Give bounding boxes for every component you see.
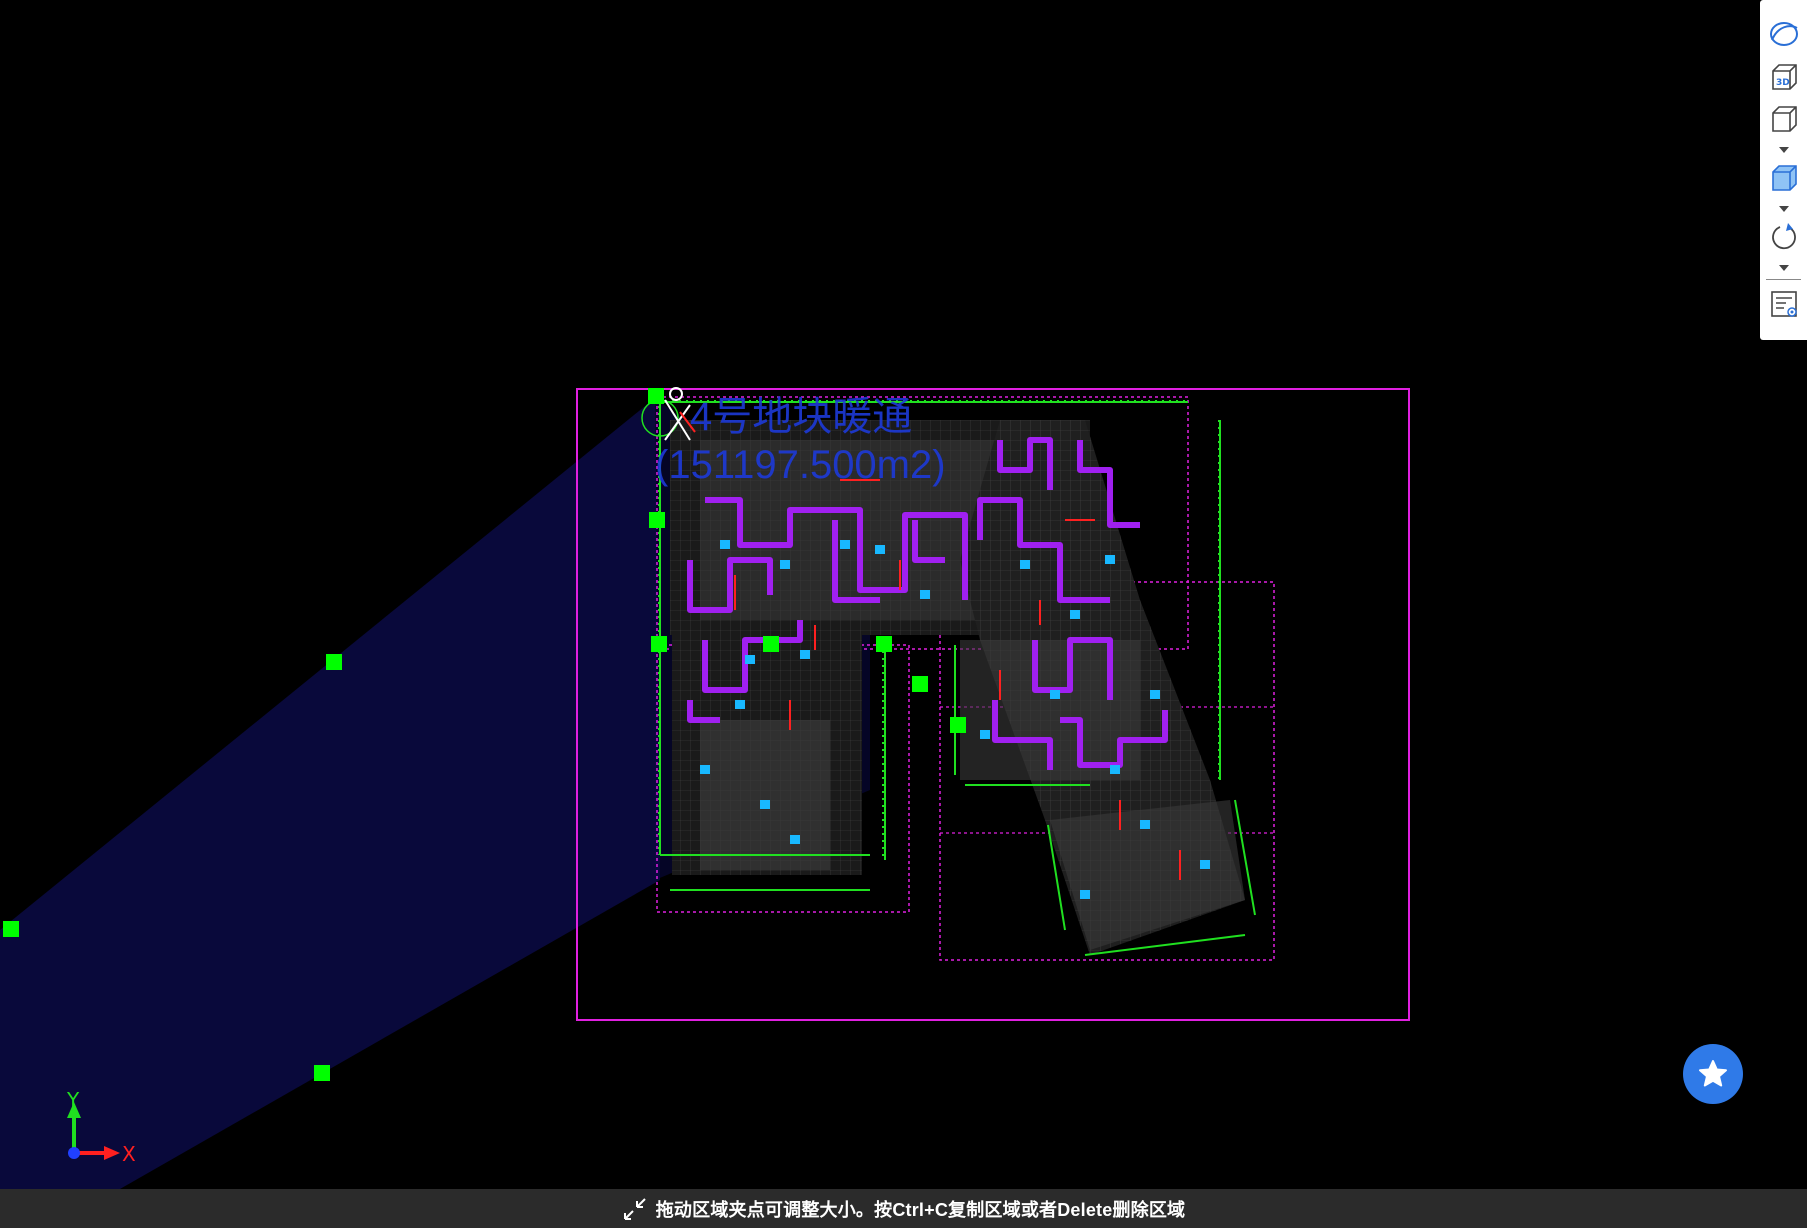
favorite-fab-button[interactable] xyxy=(1683,1044,1743,1104)
toolbar-separator xyxy=(1766,279,1801,280)
chevron-down-icon[interactable] xyxy=(1774,144,1794,156)
status-hint-text: 拖动区域夹点可调整大小。按Ctrl+C复制区域或者Delete删除区域 xyxy=(655,1199,1186,1220)
grip-handle[interactable] xyxy=(651,636,667,652)
status-bar: 拖动区域夹点可调整大小。按Ctrl+C复制区域或者Delete删除区域 xyxy=(0,1189,1807,1228)
chevron-down-icon[interactable] xyxy=(1774,203,1794,215)
orbit-icon[interactable] xyxy=(1765,15,1803,53)
grip-handle[interactable] xyxy=(649,512,665,528)
rotate-icon[interactable] xyxy=(1765,218,1803,256)
wireframe-cube-icon[interactable] xyxy=(1765,100,1803,138)
resize-arrows-icon xyxy=(622,1196,648,1222)
star-icon xyxy=(1699,1060,1727,1087)
solid-cube-icon[interactable] xyxy=(1765,159,1803,197)
grip-handle[interactable] xyxy=(3,921,19,937)
properties-panel-icon[interactable] xyxy=(1765,285,1803,323)
3d-view-icon[interactable]: 3D xyxy=(1765,58,1803,96)
svg-text:3D: 3D xyxy=(1776,78,1790,88)
grip-handle[interactable] xyxy=(648,388,664,404)
grip-handle[interactable] xyxy=(763,636,779,652)
chevron-down-icon[interactable] xyxy=(1774,262,1794,274)
cad-viewport[interactable]: 4号地块暖通 (151197.500m2) Y X 3D xyxy=(0,0,1807,1189)
x-axis-label: X xyxy=(122,1142,136,1166)
grip-handle[interactable] xyxy=(950,717,966,733)
grip-handle[interactable] xyxy=(326,654,342,670)
y-axis-label: Y xyxy=(66,1088,80,1112)
region-title: 4号地块暖通 xyxy=(690,395,912,439)
grip-handle[interactable] xyxy=(314,1065,330,1081)
grip-handle[interactable] xyxy=(876,636,892,652)
view-toolbar: 3D xyxy=(1760,0,1807,340)
grip-handle[interactable] xyxy=(912,676,928,692)
cad-drawing-canvas[interactable]: 4号地块暖通 (151197.500m2) Y X xyxy=(0,0,1807,1189)
region-area: (151197.500m2) xyxy=(655,443,946,487)
